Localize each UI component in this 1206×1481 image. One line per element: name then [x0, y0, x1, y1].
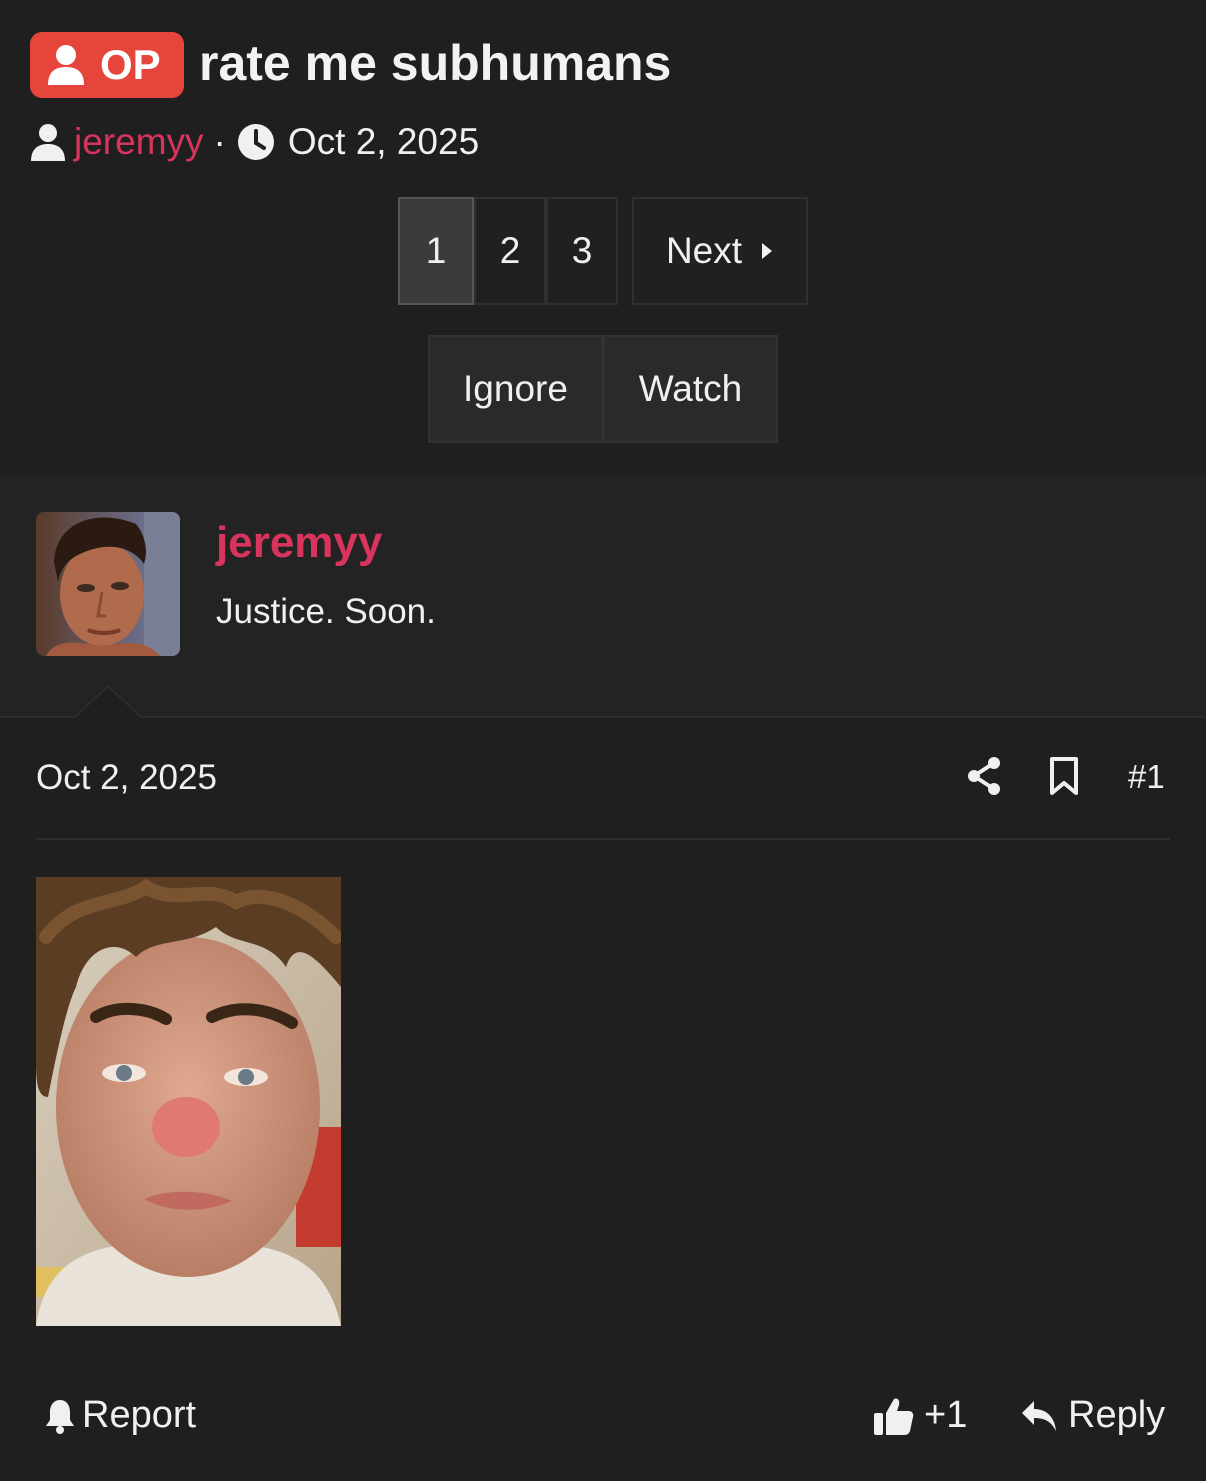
post-number-link[interactable]: #1 [1128, 758, 1165, 796]
page-2-button[interactable]: 2 [474, 197, 546, 305]
reply-button[interactable]: Reply [1020, 1394, 1165, 1437]
op-badge: OP [30, 32, 184, 98]
post-date[interactable]: Oct 2, 2025 [36, 758, 217, 798]
ignore-button[interactable]: Ignore [428, 335, 603, 443]
thumbs-up-icon [874, 1397, 914, 1435]
clock-icon [237, 124, 274, 160]
post-attachment-image[interactable] [36, 877, 341, 1326]
watch-button[interactable]: Watch [603, 335, 778, 443]
caret-right-icon [762, 243, 773, 259]
meta-separator: · [213, 121, 226, 162]
report-button[interactable]: Report [44, 1394, 196, 1437]
next-page-button[interactable]: Next [632, 197, 808, 305]
thread-meta: jeremyy · Oct 2, 2025 [30, 118, 479, 166]
thread-author-link[interactable]: jeremyy [74, 121, 204, 163]
reply-icon [1022, 1400, 1056, 1431]
message-arrow [74, 684, 142, 720]
post-username[interactable]: jeremyy [216, 518, 382, 568]
page-3-button[interactable]: 3 [546, 197, 618, 305]
avatar[interactable] [36, 512, 180, 656]
like-button[interactable]: +1 [872, 1394, 967, 1437]
share-icon[interactable] [966, 756, 1002, 796]
post-header: Oct 2, 2025 #1 [36, 740, 1170, 840]
bookmark-icon[interactable] [1048, 756, 1080, 796]
next-label: Next [665, 230, 743, 271]
post-footer: Report +1 Reply [36, 1390, 1170, 1450]
post-user-block: jeremyy Justice. Soon. [0, 474, 1206, 718]
thread-actions: Ignore Watch [428, 335, 778, 443]
user-icon [48, 45, 84, 85]
report-label: Report [82, 1394, 197, 1436]
thread-title: rate me subhumans [199, 35, 672, 91]
user-title: Justice. Soon. [216, 592, 436, 631]
thread-date[interactable]: Oct 2, 2025 [288, 121, 479, 163]
page-1-button[interactable]: 1 [398, 197, 474, 305]
reply-label: Reply [1068, 1394, 1166, 1436]
op-badge-label: OP [100, 41, 161, 88]
thread-header: OP rate me subhumans jeremyy · Oct 2, 20… [0, 0, 1206, 474]
bell-icon [46, 1399, 74, 1434]
like-count: +1 [924, 1394, 968, 1436]
user-icon [31, 124, 65, 161]
pagination: 1 2 3 [398, 197, 618, 305]
